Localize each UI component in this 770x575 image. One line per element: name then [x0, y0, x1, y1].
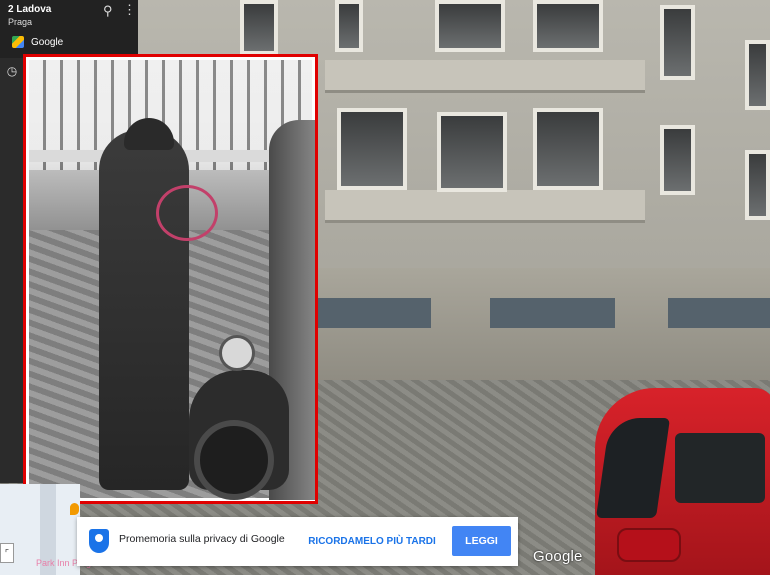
- historic-photo: [29, 60, 315, 500]
- more-vert-icon[interactable]: ⋮: [123, 2, 136, 18]
- shield-icon: [89, 529, 109, 553]
- location-header: 2 Ladova Praga ⚲ ⋮ Google: [0, 0, 138, 58]
- red-car: [575, 378, 770, 575]
- low-wall: [318, 268, 770, 386]
- google-app-label[interactable]: Google: [31, 37, 63, 48]
- address-title: 2 Ladova: [8, 4, 52, 15]
- google-watermark: Google: [533, 548, 583, 565]
- privacy-reminder-text: Promemoria sulla privacy di Google: [119, 533, 285, 545]
- privacy-reminder-banner: Promemoria sulla privacy di Google RICOR…: [77, 517, 518, 566]
- left-control-strip: [0, 58, 24, 483]
- city-subtitle: Praga: [8, 17, 33, 27]
- minimap-pin-icon: [70, 503, 79, 515]
- location-pin-icon[interactable]: ⚲: [103, 3, 113, 19]
- google-maps-icon[interactable]: [12, 36, 24, 48]
- expand-icon[interactable]: ⌜: [0, 543, 14, 563]
- remind-later-button[interactable]: RICORDAMELO PIÙ TARDI: [307, 527, 437, 556]
- read-button[interactable]: LEGGI: [452, 526, 511, 556]
- circle-annotation: [156, 185, 218, 241]
- historic-photo-overlay: [23, 54, 318, 504]
- clock-icon[interactable]: ◷: [5, 64, 19, 78]
